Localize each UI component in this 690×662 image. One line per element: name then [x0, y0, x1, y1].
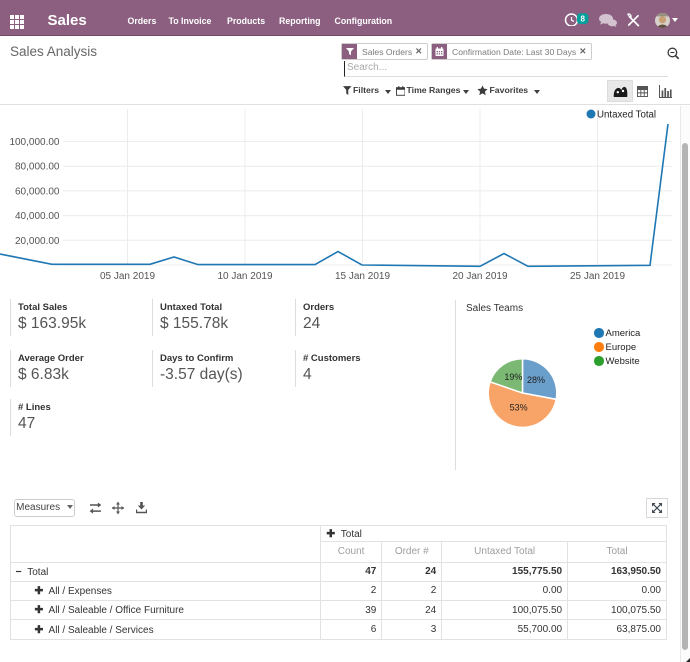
svg-text:28%: 28% [527, 375, 545, 385]
svg-text:25 Jan 2019: 25 Jan 2019 [570, 271, 625, 282]
svg-text:05 Jan 2019: 05 Jan 2019 [100, 271, 155, 282]
svg-text:19%: 19% [504, 372, 522, 382]
svg-text:20 Jan 2019: 20 Jan 2019 [452, 271, 507, 282]
svg-text:60,000.00: 60,000.00 [15, 186, 60, 197]
svg-text:20,000.00: 20,000.00 [15, 236, 60, 247]
svg-text:15 Jan 2019: 15 Jan 2019 [335, 271, 390, 282]
svg-text:53%: 53% [510, 403, 528, 413]
svg-text:10 Jan 2019: 10 Jan 2019 [217, 271, 272, 282]
svg-text:100,000.00: 100,000.00 [9, 137, 59, 148]
svg-text:8: 8 [580, 15, 585, 24]
svg-text:80,000.00: 80,000.00 [15, 162, 60, 173]
svg-text:40,000.00: 40,000.00 [15, 211, 60, 222]
svg-text:Untaxed Total: Untaxed Total [597, 110, 656, 121]
